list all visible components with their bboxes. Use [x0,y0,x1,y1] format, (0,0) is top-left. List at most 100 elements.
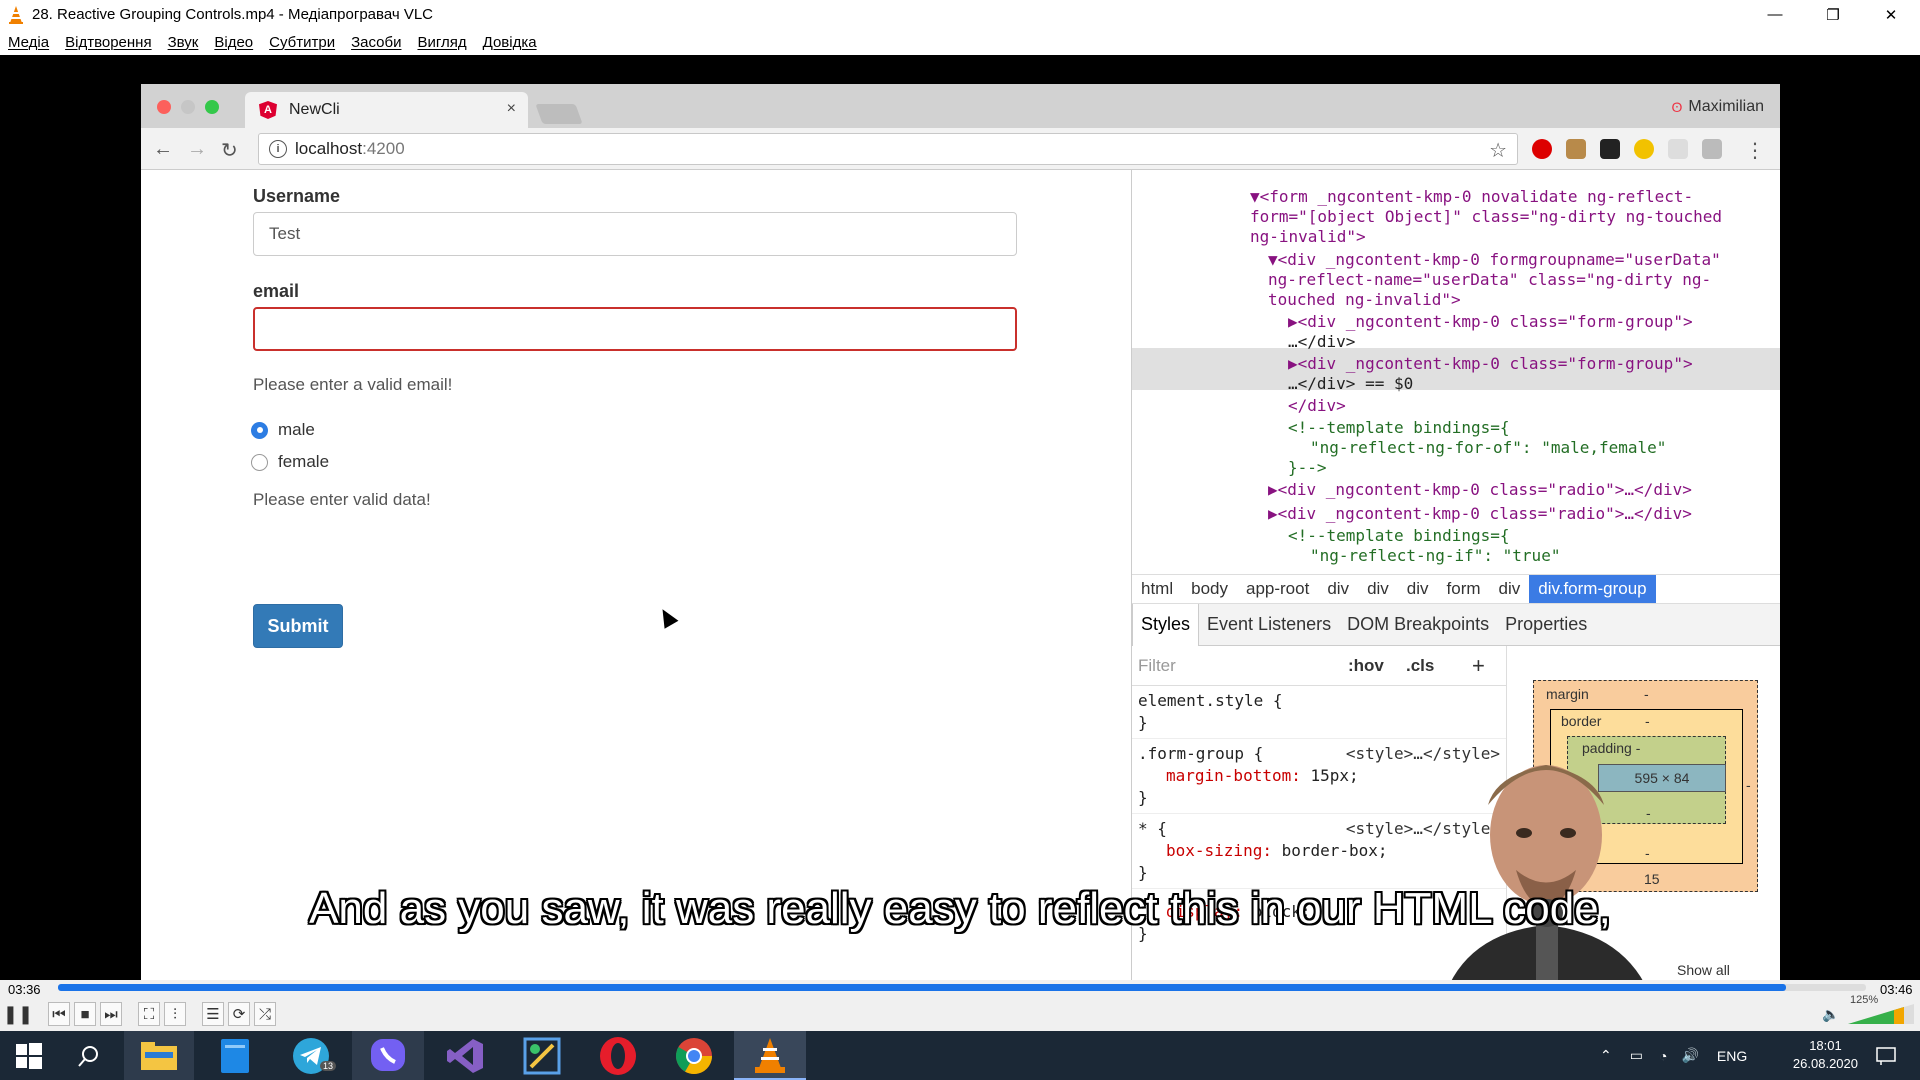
mac-zoom-dot [205,100,219,114]
previous-icon[interactable]: ⏮ [48,1002,70,1026]
prop-name: box-sizing [1166,841,1263,860]
fullscreen-icon[interactable]: ⛶ [138,1002,160,1026]
chrome-menu-icon: ⋮ [1745,140,1765,162]
radio-male-label: male [278,420,315,439]
menu-tools[interactable]: Засоби [351,34,401,51]
volume-slider[interactable] [1848,1004,1914,1024]
menu-media[interactable]: Медіа [8,34,49,51]
total-time: 03:46 [1880,982,1913,997]
extended-settings-icon[interactable]: ⫶ [164,1002,186,1026]
close-button[interactable]: ✕ [1862,0,1920,29]
menu-help[interactable]: Довідка [483,34,537,51]
pause-icon[interactable]: ❚❚ [3,1002,33,1026]
menu-view[interactable]: Вигляд [417,34,466,51]
speaker-icon[interactable]: 🔈 [1822,1006,1839,1023]
visual-studio-icon[interactable] [430,1031,502,1080]
filter-placeholder: Filter [1138,655,1176,675]
telegram-badge: 13 [320,1061,337,1071]
dom-line: ▶<div _ngcontent-kmp-0 class="form-group… [1288,312,1693,331]
dom-line: ng-reflect-name="userData" class="ng-dir… [1268,270,1712,289]
system-clock[interactable]: 18:01 26.08.2020 [1793,1037,1858,1073]
css-rule: element.style { } [1132,686,1506,739]
seek-slider[interactable] [58,984,1866,991]
dom-line: form="[object Object]" class="ng-dirty n… [1250,207,1723,226]
notification-center-icon[interactable] [1862,1031,1910,1080]
notes-app-icon[interactable] [200,1031,270,1080]
hov-toggle: :hov [1348,655,1384,675]
dom-line: <!--template bindings={ [1288,418,1510,437]
tray-expand-icon[interactable]: ⌃ [1600,1047,1612,1064]
language-indicator[interactable]: ENG [1717,1048,1747,1064]
menu-audio[interactable]: Звук [168,34,199,51]
prop-value: 15px; [1310,766,1359,785]
snipping-tool-icon[interactable] [506,1031,578,1080]
shuffle-icon[interactable]: ⤮ [254,1002,276,1026]
battery-icon[interactable]: ▭ [1630,1047,1643,1064]
border-top-value: - [1645,713,1650,729]
email-label: email [253,281,300,301]
clock-date: 26.08.2020 [1792,1056,1858,1071]
wifi-icon[interactable]: ◔ [1659,1048,1667,1064]
menu-playback[interactable]: Відтворення [65,34,151,51]
styles-filter: Filter :hov .cls + [1132,646,1506,686]
dom-line: "ng-reflect-ng-for-of": "male,female" [1310,438,1667,457]
profile-badge: ʘ Maximilian [1672,98,1764,116]
dom-tree: ▼<form _ngcontent-kmp-0 novalidate ng-re… [1132,170,1780,574]
address-bar: i localhost:4200 ☆ [258,133,1518,165]
volume-icon[interactable]: 🔊 [1681,1047,1698,1064]
minimize-button[interactable]: — [1746,0,1804,29]
email-input [253,307,1017,351]
rule-selector: .form-group { [1138,744,1264,763]
rule-selector: element.style { [1138,691,1283,710]
file-explorer-icon[interactable] [124,1031,194,1080]
next-icon[interactable]: ⏭ [100,1002,122,1026]
angular-logo-icon: A [259,101,277,119]
elapsed-time: 03:36 [8,982,41,997]
dom-line: ng-invalid"> [1250,227,1366,246]
breadcrumb-item: html [1141,579,1174,598]
bookmark-star-icon: ☆ [1489,140,1507,162]
url-host: localhost [295,139,363,158]
menu-video[interactable]: Відео [214,34,253,51]
radio-female-label: female [278,452,330,471]
tab-properties: Properties [1505,614,1588,634]
dom-line: ▼<form _ngcontent-kmp-0 novalidate ng-re… [1250,187,1694,206]
breadcrumb-item: div [1327,579,1350,598]
email-error-text: Please enter a valid email! [253,375,453,394]
margin-right-value: - [1746,777,1751,793]
tab-event-listeners: Event Listeners [1207,614,1332,634]
tab-dom-breakpoints: DOM Breakpoints [1347,614,1490,634]
chrome-icon[interactable] [658,1031,730,1080]
playlist-icon[interactable]: ☰ [202,1002,224,1026]
restore-button[interactable]: ❐ [1804,0,1862,29]
dom-line: ▶<div _ngcontent-kmp-0 class="radio">…</… [1268,504,1692,523]
prop-name: margin-bottom [1166,766,1292,785]
tab-styles: Styles [1132,603,1200,646]
search-icon[interactable] [58,1031,120,1080]
menu-bar: Медіа Відтворення Звук Відео Субтитри За… [0,29,1920,55]
stop-icon[interactable]: ■ [74,1002,96,1026]
video-area[interactable]: A NewCli × ʘ Maximilian ← → ↻ i localhos… [0,55,1920,1035]
menu-subtitles[interactable]: Субтитри [269,34,335,51]
dom-line: ▶<div _ngcontent-kmp-0 class="form-group… [1288,354,1693,373]
telegram-icon[interactable]: 13 [276,1031,346,1080]
subtitle-caption: And as you saw, it was really easy to re… [309,884,1611,933]
browser-tab-bar: A NewCli × ʘ Maximilian [141,84,1780,128]
breadcrumb-item: div [1498,579,1521,598]
rule-selector: * { [1138,819,1167,838]
rule-close: } [1138,713,1148,732]
dark-extension-icon [1600,139,1620,159]
add-rule-icon: + [1472,652,1485,678]
back-icon: ← [153,138,173,160]
windows-start-icon[interactable] [0,1031,58,1080]
profile-icon: ʘ [1671,99,1683,115]
new-tab-icon [535,104,583,124]
viber-icon[interactable] [352,1031,424,1080]
opera-icon[interactable] [582,1031,654,1080]
styles-tab-bar: Styles Event Listeners DOM Breakpoints P… [1132,603,1780,646]
vlc-taskbar-icon[interactable] [734,1031,806,1080]
grid-extension-icon [1668,139,1688,159]
loop-icon[interactable]: ⟳ [228,1002,250,1026]
dom-line: "ng-reflect-ng-if": "true" [1310,546,1561,565]
mac-close-dot [157,100,171,114]
